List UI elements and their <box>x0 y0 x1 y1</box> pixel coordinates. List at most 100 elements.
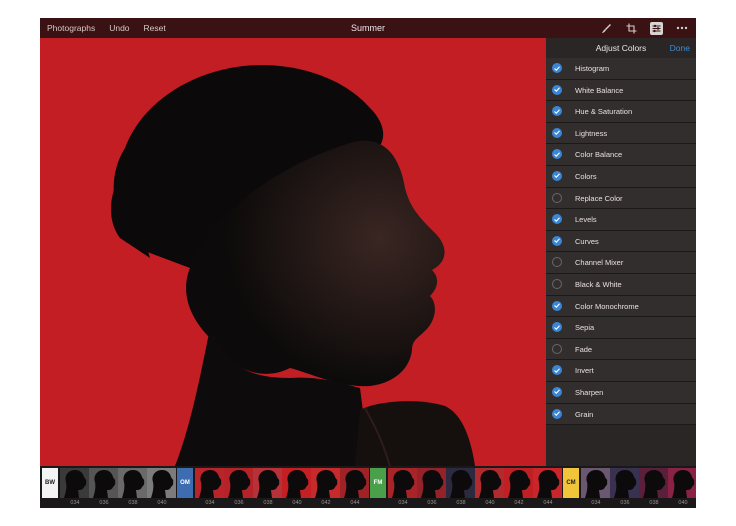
adjustment-item-label: White Balance <box>575 85 624 95</box>
preset-number: 042 <box>514 500 524 506</box>
adjustment-item[interactable]: Hue & Saturation <box>546 101 696 123</box>
checked-icon[interactable] <box>552 170 562 181</box>
brush-icon[interactable] <box>600 22 612 34</box>
preset-number: 044 <box>350 500 360 506</box>
adjustment-item-label: Colors <box>575 171 597 181</box>
preset-number: 036 <box>99 500 109 506</box>
preset-group-tag[interactable]: BW <box>42 468 58 498</box>
toolbar-left-group: Photographs Undo Reset <box>47 18 166 38</box>
adjustment-item[interactable]: Lightness <box>546 122 696 145</box>
top-toolbar: Photographs Undo Reset Summer <box>40 18 696 38</box>
preset-thumbnail[interactable] <box>417 468 446 498</box>
checked-icon[interactable] <box>552 106 562 117</box>
preset-number: 042 <box>321 500 331 506</box>
photographs-button[interactable]: Photographs <box>47 23 95 33</box>
done-button[interactable]: Done <box>670 38 690 58</box>
adjustment-item[interactable]: Curves <box>546 230 696 253</box>
adjust-icon[interactable] <box>650 21 663 35</box>
preset-number: 038 <box>263 500 273 506</box>
preset-thumbnail[interactable] <box>118 468 147 498</box>
adjustment-item[interactable]: White Balance <box>546 79 696 102</box>
undo-button[interactable]: Undo <box>109 23 129 33</box>
preset-thumbnail[interactable] <box>504 468 533 498</box>
adjustment-item-label: Replace Color <box>575 193 623 203</box>
preset-number: 040 <box>157 500 167 506</box>
preset-number: 036 <box>427 500 437 506</box>
adjustment-item-label: Sepia <box>575 323 595 333</box>
preset-thumbnail[interactable] <box>533 468 562 498</box>
adjustment-item[interactable]: Color Monochrome <box>546 295 696 318</box>
preset-thumbnail[interactable] <box>195 468 224 498</box>
checked-icon[interactable] <box>552 365 562 376</box>
checked-icon[interactable] <box>552 127 562 138</box>
more-icon[interactable] <box>676 22 688 34</box>
adjustment-item[interactable]: Replace Color <box>546 187 696 210</box>
adjustment-item[interactable]: Fade <box>546 338 696 361</box>
adjustment-item[interactable]: Colors <box>546 165 696 188</box>
preset-group-tag[interactable]: CM <box>563 468 579 498</box>
checked-icon[interactable] <box>552 322 562 333</box>
preset-thumbnail[interactable] <box>224 468 253 498</box>
checked-icon[interactable] <box>552 149 562 160</box>
adjustment-item[interactable]: Color Balance <box>546 144 696 166</box>
preset-number: 038 <box>128 500 138 506</box>
preset-number: 036 <box>234 500 244 506</box>
preset-thumbnail[interactable] <box>668 468 696 498</box>
preset-number: 034 <box>398 500 408 506</box>
adjustment-item-label: Color Balance <box>575 150 623 160</box>
preset-number: 038 <box>649 500 659 506</box>
portrait-silhouette <box>110 64 475 466</box>
adjustment-item[interactable]: Sharpen <box>546 381 696 404</box>
preset-group-tag[interactable]: FM <box>370 468 386 498</box>
preset-thumbnail[interactable] <box>253 468 282 498</box>
photo-canvas[interactable] <box>40 38 546 466</box>
preset-thumbnail[interactable] <box>282 468 311 498</box>
adjust-colors-panel: Adjust Colors Done Histogram White Balanc… <box>546 38 696 466</box>
checked-icon[interactable] <box>552 235 562 246</box>
reset-button[interactable]: Reset <box>144 23 166 33</box>
checked-icon[interactable] <box>552 84 562 95</box>
adjustment-list: Histogram White Balance Hue & Saturation Li… <box>546 58 696 426</box>
preset-group-tag[interactable]: OM <box>177 468 193 498</box>
preset-thumbnail[interactable] <box>446 468 475 498</box>
checked-icon[interactable] <box>552 300 562 311</box>
adjustment-item-label: Black & White <box>575 279 622 289</box>
app-window: Photographs Undo Reset Summer Adjust Col… <box>40 18 696 508</box>
adjustment-item-label: Histogram <box>575 64 610 73</box>
preset-number: 038 <box>456 500 466 506</box>
preset-thumbnail[interactable] <box>639 468 668 498</box>
adjustment-item-label: Levels <box>575 215 597 225</box>
adjustment-item[interactable]: Channel Mixer <box>546 252 696 274</box>
preset-thumbnail[interactable] <box>475 468 504 498</box>
preset-thumbnail[interactable] <box>388 468 417 498</box>
crop-icon[interactable] <box>625 22 637 34</box>
unchecked-icon[interactable] <box>552 343 562 354</box>
adjustment-item[interactable]: Grain <box>546 403 696 426</box>
adjustment-item[interactable]: Invert <box>546 360 696 382</box>
adjustment-item[interactable]: Levels <box>546 209 696 231</box>
adjustment-item[interactable]: Black & White <box>546 273 696 296</box>
preset-thumbnail[interactable] <box>610 468 639 498</box>
checked-icon[interactable] <box>552 63 562 73</box>
checked-icon[interactable] <box>552 214 562 225</box>
adjustment-item-label: Sharpen <box>575 387 604 397</box>
unchecked-icon[interactable] <box>552 192 562 203</box>
preset-thumbnail[interactable] <box>311 468 340 498</box>
toolbar-right-group <box>600 18 688 38</box>
preset-number: 040 <box>292 500 302 506</box>
checked-icon[interactable] <box>552 408 562 419</box>
adjustment-item-label: Grain <box>575 409 594 419</box>
preset-thumbnail[interactable] <box>340 468 369 498</box>
preset-thumbnail[interactable] <box>89 468 118 498</box>
adjustment-item[interactable]: Sepia <box>546 317 696 339</box>
adjustment-item-label: Color Monochrome <box>575 301 639 311</box>
preset-thumbnail[interactable] <box>147 468 176 498</box>
preset-thumbnail[interactable] <box>581 468 610 498</box>
checked-icon[interactable] <box>552 386 562 397</box>
adjustment-item[interactable]: Histogram <box>546 58 696 80</box>
unchecked-icon[interactable] <box>552 257 562 268</box>
preset-number: 034 <box>70 500 80 506</box>
unchecked-icon[interactable] <box>552 278 562 289</box>
preset-thumbnail[interactable] <box>60 468 89 498</box>
adjustment-item-label: Curves <box>575 236 599 246</box>
